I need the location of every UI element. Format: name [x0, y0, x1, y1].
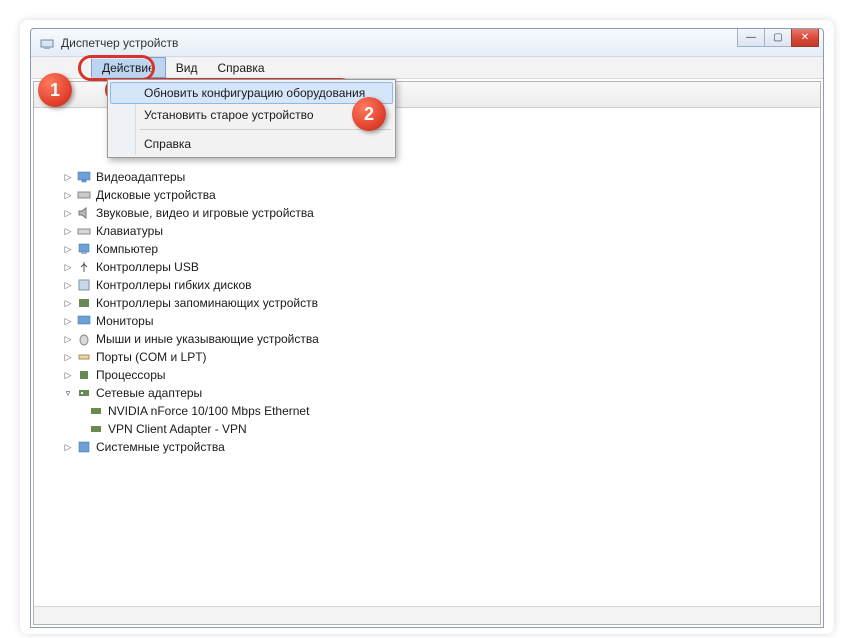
- expander-icon[interactable]: ▷: [62, 441, 74, 453]
- tree-label: Контроллеры USB: [96, 260, 199, 274]
- tree-item-mouse[interactable]: ▷ Мыши и иные указывающие устройства: [44, 330, 816, 348]
- menu-view[interactable]: Вид: [166, 57, 208, 78]
- expander-icon[interactable]: ▷: [62, 297, 74, 309]
- menu-add-legacy[interactable]: Установить старое устройство: [110, 104, 393, 126]
- tree-item-ports[interactable]: ▷ Порты (COM и LPT): [44, 348, 816, 366]
- titlebar: Диспетчер устройств — ▢ ✕: [31, 29, 823, 57]
- tree-item-disk[interactable]: ▷ Дисковые устройства: [44, 186, 816, 204]
- expander-icon[interactable]: ▷: [62, 279, 74, 291]
- menu-help[interactable]: Справка: [110, 133, 393, 155]
- device-tree[interactable]: ▷ Видеоадаптеры ▷ Дисковые устройства ▷ …: [34, 108, 820, 606]
- menu-action[interactable]: Действие: [91, 57, 166, 78]
- callout-label: 2: [364, 104, 374, 125]
- ports-icon: [76, 349, 92, 365]
- expander-icon[interactable]: ▷: [62, 243, 74, 255]
- tree-label: NVIDIA nForce 10/100 Mbps Ethernet: [108, 404, 309, 418]
- tree-item-cpu[interactable]: ▷ Процессоры: [44, 366, 816, 384]
- app-icon: [39, 35, 55, 51]
- close-button[interactable]: ✕: [791, 29, 819, 47]
- callout-2: 2: [352, 97, 386, 131]
- expander-icon[interactable]: ▷: [62, 171, 74, 183]
- expander-icon[interactable]: ▷: [62, 189, 74, 201]
- system-icon: [76, 439, 92, 455]
- tree-item-video[interactable]: ▷ Видеоадаптеры: [44, 168, 816, 186]
- tree-item-usb[interactable]: ▷ Контроллеры USB: [44, 258, 816, 276]
- callout-label: 1: [50, 80, 60, 101]
- maximize-button[interactable]: ▢: [764, 29, 792, 47]
- tree-label: Дисковые устройства: [96, 188, 216, 202]
- expander-icon[interactable]: ▷: [62, 261, 74, 273]
- menu-item-label: Установить старое устройство: [144, 108, 314, 122]
- tree-item-nic-nvidia[interactable]: NVIDIA nForce 10/100 Mbps Ethernet: [44, 402, 816, 420]
- tree-item-storage[interactable]: ▷ Контроллеры запоминающих устройств: [44, 294, 816, 312]
- expander-icon[interactable]: ▷: [62, 207, 74, 219]
- tree-item-system[interactable]: ▷ Системные устройства: [44, 438, 816, 456]
- nic-icon: [88, 421, 104, 437]
- computer-icon: [76, 241, 92, 257]
- statusbar: [34, 606, 820, 624]
- tree-label: Порты (COM и LPT): [96, 350, 207, 364]
- expander-icon[interactable]: ▷: [62, 333, 74, 345]
- nic-icon: [88, 403, 104, 419]
- sound-icon: [76, 205, 92, 221]
- mouse-icon: [76, 331, 92, 347]
- disk-icon: [76, 187, 92, 203]
- tree-item-network[interactable]: ▿ Сетевые адаптеры: [44, 384, 816, 402]
- menu-separator: [140, 129, 391, 130]
- expander-icon[interactable]: ▷: [62, 315, 74, 327]
- tree-item-nic-vpn[interactable]: VPN Client Adapter - VPN: [44, 420, 816, 438]
- usb-icon: [76, 259, 92, 275]
- expander-icon[interactable]: ▿: [62, 387, 74, 399]
- menu-item-label: Справка: [144, 137, 191, 151]
- menu-help[interactable]: Справка: [207, 57, 274, 78]
- expander-icon[interactable]: ▷: [62, 351, 74, 363]
- tree-label: Клавиатуры: [96, 224, 163, 238]
- network-icon: [76, 385, 92, 401]
- menubar: Действие Вид Справка: [31, 57, 823, 79]
- window-title: Диспетчер устройств: [61, 36, 178, 50]
- monitor-icon: [76, 313, 92, 329]
- tree-item-keyboard[interactable]: ▷ Клавиатуры: [44, 222, 816, 240]
- tree-label: Мыши и иные указывающие устройства: [96, 332, 319, 346]
- tree-label: Процессоры: [96, 368, 166, 382]
- tree-label: Системные устройства: [96, 440, 225, 454]
- menu-scan-hardware[interactable]: Обновить конфигурацию оборудования: [110, 82, 393, 104]
- expander-icon[interactable]: ▷: [62, 225, 74, 237]
- tree-item-computer[interactable]: ▷ Компьютер: [44, 240, 816, 258]
- tree-label: Контроллеры гибких дисков: [96, 278, 252, 292]
- cpu-icon: [76, 367, 92, 383]
- tree-label: Контроллеры запоминающих устройств: [96, 296, 318, 310]
- client-area: ▷ Видеоадаптеры ▷ Дисковые устройства ▷ …: [33, 81, 821, 625]
- tree-item-monitor[interactable]: ▷ Мониторы: [44, 312, 816, 330]
- tree-label: Сетевые адаптеры: [96, 386, 202, 400]
- floppy-icon: [76, 277, 92, 293]
- tree-label: Компьютер: [96, 242, 158, 256]
- keyboard-icon: [76, 223, 92, 239]
- tree-item-sound[interactable]: ▷ Звуковые, видео и игровые устройства: [44, 204, 816, 222]
- menu-item-label: Обновить конфигурацию оборудования: [144, 86, 365, 100]
- minimize-button[interactable]: —: [737, 29, 765, 47]
- callout-1: 1: [38, 73, 72, 107]
- storage-icon: [76, 295, 92, 311]
- tree-item-floppy[interactable]: ▷ Контроллеры гибких дисков: [44, 276, 816, 294]
- expander-icon[interactable]: ▷: [62, 369, 74, 381]
- tree-label: VPN Client Adapter - VPN: [108, 422, 247, 436]
- tree-label: Видеоадаптеры: [96, 170, 185, 184]
- tree-label: Мониторы: [96, 314, 153, 328]
- tree-label: Звуковые, видео и игровые устройства: [96, 206, 314, 220]
- window-controls: — ▢ ✕: [738, 29, 819, 47]
- display-adapter-icon: [76, 169, 92, 185]
